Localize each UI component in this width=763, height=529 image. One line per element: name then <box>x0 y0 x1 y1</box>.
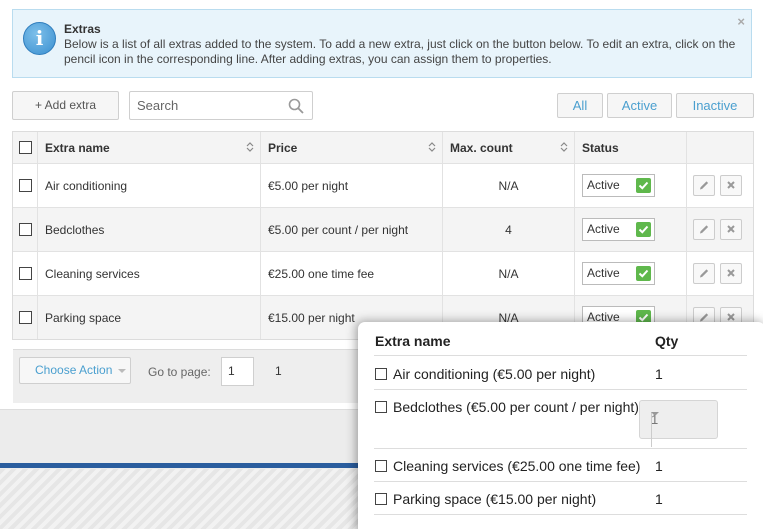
status-select[interactable]: Active <box>582 174 655 197</box>
popup-col-name: Extra name <box>375 333 451 349</box>
add-extra-button[interactable]: + Add extra <box>12 91 119 120</box>
popup-item: Cleaning services (€25.00 one time fee) … <box>374 449 747 482</box>
popup-item-label: Bedclothes (€5.00 per count / per night) <box>393 399 639 415</box>
search-icon[interactable] <box>288 98 304 114</box>
filter-active-button[interactable]: Active <box>607 93 672 118</box>
popup-item-label: Air conditioning (€5.00 per night) <box>393 366 596 382</box>
column-header-name[interactable]: Extra name <box>37 132 260 163</box>
info-box: i Extras Below is a list of all extras a… <box>12 9 752 78</box>
popup-item: Air conditioning (€5.00 per night) 1 <box>374 357 747 390</box>
popup-item-qty: 1 <box>655 491 663 507</box>
row-checkbox[interactable] <box>18 223 32 236</box>
close-icon[interactable]: × <box>737 14 745 29</box>
extras-table: Extra name Price Max. count Status Air c… <box>12 131 754 403</box>
edit-button[interactable] <box>693 219 715 240</box>
delete-icon <box>727 269 735 277</box>
goto-page-label: Go to page: <box>148 365 211 379</box>
search-box <box>129 91 313 120</box>
popup-item-checkbox[interactable] <box>375 460 387 472</box>
info-text: Below is a list of all extras added to t… <box>64 37 736 66</box>
table-row: Bedclothes €5.00 per count / per night 4… <box>13 207 753 251</box>
status-select[interactable]: Active <box>582 262 655 285</box>
extras-popup: Extra name Qty Air conditioning (€5.00 p… <box>358 322 763 529</box>
table-header: Extra name Price Max. count Status <box>13 132 753 163</box>
status-select[interactable]: Active <box>582 218 655 241</box>
table-row: Cleaning services €25.00 one time fee N/… <box>13 251 753 295</box>
extra-name-cell: Bedclothes <box>37 208 260 251</box>
max-count-cell: 4 <box>442 208 574 251</box>
choose-action-dropdown[interactable]: Choose Action <box>19 357 131 384</box>
pencil-icon <box>700 269 709 278</box>
select-all-checkbox[interactable] <box>18 141 32 154</box>
filter-inactive-button[interactable]: Inactive <box>676 93 754 118</box>
popup-item-qty: 1 <box>655 366 663 382</box>
extra-name-cell: Air conditioning <box>37 164 260 207</box>
table-row: Air conditioning €5.00 per night N/A Act… <box>13 163 753 207</box>
goto-page-input[interactable]: 1 <box>221 357 254 386</box>
popup-item-label: Cleaning services (€25.00 one time fee) <box>393 458 641 474</box>
edit-button[interactable] <box>693 263 715 284</box>
popup-item-label: Parking space (€15.00 per night) <box>393 491 597 507</box>
sort-icon[interactable] <box>560 141 568 153</box>
page-link[interactable]: 1 <box>275 364 282 378</box>
pencil-icon <box>700 225 709 234</box>
delete-button[interactable] <box>720 175 742 196</box>
row-checkbox[interactable] <box>18 311 32 324</box>
price-cell: €5.00 per night <box>260 164 442 207</box>
max-count-cell: N/A <box>442 164 574 207</box>
check-icon <box>636 178 651 193</box>
popup-col-qty: Qty <box>655 333 679 349</box>
check-icon <box>636 222 651 237</box>
delete-button[interactable] <box>720 219 742 240</box>
extra-name-cell: Parking space <box>37 296 260 339</box>
check-icon <box>636 266 651 281</box>
chevron-down-icon <box>651 412 659 416</box>
delete-icon <box>727 225 735 233</box>
popup-item-checkbox[interactable] <box>375 493 387 505</box>
chevron-down-icon <box>118 369 126 373</box>
delete-button[interactable] <box>720 263 742 284</box>
info-icon: i <box>23 22 56 55</box>
column-header-max-count[interactable]: Max. count <box>442 132 574 163</box>
popup-item-checkbox[interactable] <box>375 368 387 380</box>
row-checkbox[interactable] <box>18 267 32 280</box>
popup-item-checkbox[interactable] <box>375 401 387 413</box>
extra-name-cell: Cleaning services <box>37 252 260 295</box>
info-title: Extras <box>64 22 101 36</box>
popup-header: Extra name Qty <box>374 326 747 356</box>
max-count-cell: N/A <box>442 252 574 295</box>
delete-icon <box>727 181 735 189</box>
qty-select[interactable]: 1 <box>639 400 718 447</box>
column-header-status: Status <box>574 132 686 163</box>
search-input[interactable] <box>130 92 280 119</box>
price-cell: €25.00 one time fee <box>260 252 442 295</box>
edit-button[interactable] <box>693 175 715 196</box>
column-header-actions <box>686 132 755 163</box>
price-cell: €5.00 per count / per night <box>260 208 442 251</box>
sort-icon[interactable] <box>246 141 254 153</box>
sort-icon[interactable] <box>428 141 436 153</box>
pencil-icon <box>700 181 709 190</box>
popup-item: Parking space (€15.00 per night) 1 <box>374 482 747 515</box>
popup-item-qty: 1 <box>655 458 663 474</box>
column-header-price[interactable]: Price <box>260 132 442 163</box>
row-checkbox[interactable] <box>18 179 32 192</box>
filter-all-button[interactable]: All <box>557 93 603 118</box>
